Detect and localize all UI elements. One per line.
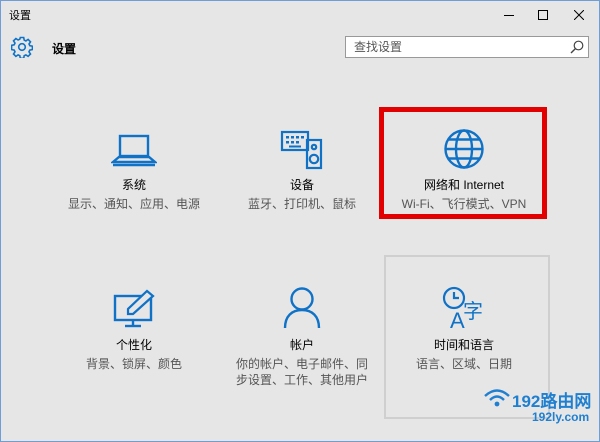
tile-system[interactable]: 系统 显示、通知、应用、电源 bbox=[52, 126, 216, 212]
search-icon[interactable] bbox=[570, 40, 584, 54]
maximize-icon bbox=[538, 9, 548, 20]
settings-header: 设置 bbox=[1, 28, 599, 68]
tile-description: 背景、锁屏、颜色 bbox=[85, 357, 182, 371]
gear-icon bbox=[11, 36, 33, 58]
watermark-logo: 192路由网 192ly.com bbox=[482, 383, 598, 435]
tile-title: 个性化 bbox=[115, 338, 152, 352]
close-button[interactable] bbox=[562, 1, 596, 28]
minimize-button[interactable] bbox=[492, 1, 526, 28]
title-bar[interactable]: 设置 bbox=[1, 1, 599, 28]
devices-icon bbox=[280, 130, 323, 170]
tile-accounts[interactable]: 帐户 你的帐户、电子邮件、同步设置、工作、其他用户 bbox=[220, 286, 384, 388]
window-title: 设置 bbox=[9, 10, 31, 22]
tile-title: 帐户 bbox=[289, 338, 314, 352]
tile-description: 显示、通知、应用、电源 bbox=[67, 197, 200, 211]
tile-description: 蓝牙、打印机、鼠标 bbox=[247, 197, 356, 211]
minimize-icon bbox=[504, 14, 514, 16]
tile-personalization[interactable]: 个性化 背景、锁屏、颜色 bbox=[52, 286, 216, 372]
tile-title: 系统 bbox=[121, 178, 146, 192]
personalization-icon bbox=[113, 289, 155, 328]
annotation-highlight-box bbox=[379, 107, 547, 219]
tile-description: 你的帐户、电子邮件、同步设置、工作、其他用户 bbox=[235, 357, 368, 387]
person-icon bbox=[283, 287, 321, 329]
maximize-button[interactable] bbox=[526, 1, 560, 28]
close-icon bbox=[574, 9, 584, 20]
search-input[interactable] bbox=[346, 37, 574, 57]
laptop-icon bbox=[111, 134, 157, 167]
watermark-url: 192ly.com bbox=[532, 410, 590, 424]
settings-window: 设置 设置 查找设置 系统 显示、通知、应用、电源 设备 蓝牙、打印机、鼠标 网… bbox=[0, 0, 600, 442]
tile-devices[interactable]: 设备 蓝牙、打印机、鼠标 bbox=[220, 126, 384, 212]
search-box[interactable] bbox=[345, 36, 589, 58]
wifi-icon bbox=[484, 389, 510, 407]
tile-title: 设备 bbox=[289, 178, 314, 192]
page-title: 设置 bbox=[52, 42, 77, 56]
watermark-brand: 192路由网 bbox=[512, 392, 592, 411]
